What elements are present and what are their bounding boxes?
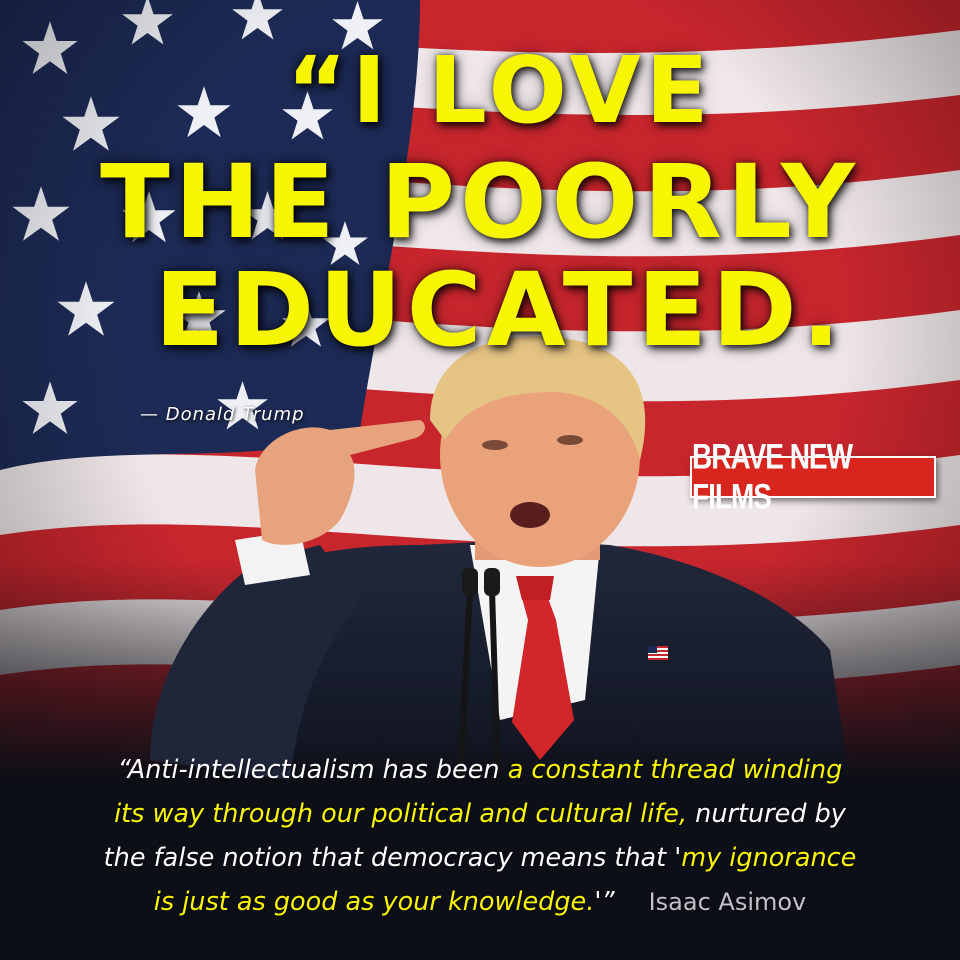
quote-line-2: its way through our political and cultur… (30, 792, 930, 836)
quote-text: the false notion that democracy means th… (103, 843, 682, 873)
quote-line-3: the false notion that democracy means th… (30, 836, 930, 880)
brave-new-films-logo: BRAVE NEW FILMS (690, 437, 936, 516)
flag-lapel-pin-icon (648, 646, 668, 660)
quote-attribution: — Donald Trump (140, 404, 305, 425)
poster: “I LOVE THE POORLY EDUCATED. — Donald Tr… (0, 0, 960, 960)
quote-highlight: is just as good as your knowledge. (153, 887, 595, 917)
quote-text: '” (594, 887, 615, 917)
headline-line-2: THE POORLY (100, 143, 860, 262)
quote-line-4: is just as good as your knowledge.'” Isaa… (30, 880, 930, 924)
quote-line-1: “Anti-intellectualism has been a constan… (30, 748, 930, 792)
headline-line-1: “I LOVE (286, 37, 714, 144)
asimov-quote: “Anti-intellectualism has been a constan… (30, 748, 930, 924)
quote-text: nurtured by (687, 799, 846, 829)
logo-text: BRAVE NEW FILMS (692, 437, 853, 516)
quote-highlight: my ignorance (681, 843, 857, 873)
quote-highlight: its way through our political and cultur… (114, 799, 688, 829)
quote-highlight: a constant thread winding (507, 755, 843, 785)
headline-line-3: EDUCATED. (154, 251, 846, 370)
quote-author: Isaac Asimov (648, 888, 807, 916)
quote-text: “Anti-intellectualism has been (117, 755, 508, 785)
